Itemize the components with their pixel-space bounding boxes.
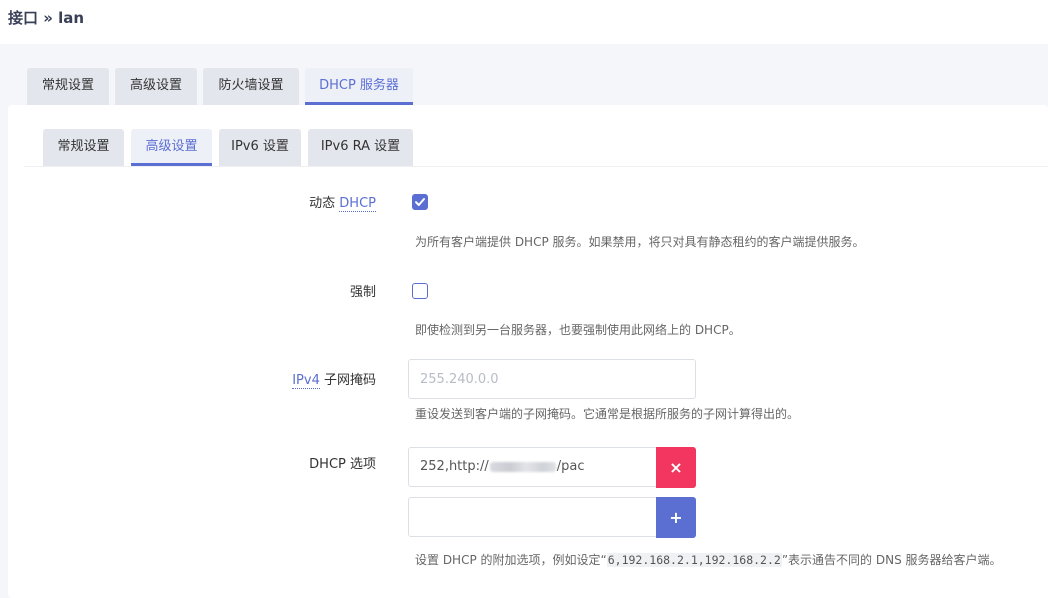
dhcp-options-label: DHCP 选项 — [309, 457, 376, 472]
page-header: 接口 » lan — [0, 0, 1048, 44]
dynamic-dhcp-label-text: 动态 — [309, 196, 340, 211]
tab-firewall[interactable]: 防火墙设置 — [203, 68, 299, 105]
new-dhcp-option-input[interactable] — [408, 497, 658, 537]
ipv4-abbr: IPv4 — [292, 373, 320, 389]
redacted-host — [489, 461, 556, 472]
subtab-ipv6-ra[interactable]: IPv6 RA 设置 — [308, 129, 413, 166]
dhcp-option-entry-prefix: 252,http:// — [420, 459, 489, 474]
dynamic-dhcp-checkbox[interactable] — [412, 194, 428, 210]
tab-dhcp-server[interactable]: DHCP 服务器 — [305, 68, 413, 105]
dhcp-option-entry-field[interactable]: 252,http:// /pac — [408, 447, 658, 487]
dhcp-options-description-prefix: 设置 DHCP 的附加选项，例如设定“ — [415, 553, 607, 567]
netmask-description: 重设发送到客户端的子网掩码。它通常是根据所服务的子网计算得出的。 — [415, 407, 800, 421]
netmask-label-text: 子网掩码 — [319, 373, 376, 388]
dynamic-dhcp-description: 为所有客户端提供 DHCP 服务。如果禁用，将只对具有静态租约的客户端提供服务。 — [415, 235, 865, 249]
tab-general[interactable]: 常规设置 — [27, 68, 109, 105]
tab-advanced[interactable]: 高级设置 — [115, 68, 197, 105]
netmask-input[interactable] — [408, 359, 696, 399]
remove-option-button[interactable]: × — [656, 447, 696, 488]
dhcp-options-description-suffix: ”表示通告不同的 DNS 服务器给客户端。 — [781, 553, 1002, 567]
subtab-ipv6[interactable]: IPv6 设置 — [219, 129, 301, 166]
force-description: 即使检测到另一台服务器，也要强制使用此网络上的 DHCP。 — [415, 323, 741, 337]
subtab-general[interactable]: 常规设置 — [43, 129, 124, 166]
force-label: 强制 — [349, 285, 376, 300]
checkmark-icon — [415, 198, 425, 206]
force-checkbox[interactable] — [412, 283, 428, 299]
breadcrumb: 接口 » lan — [8, 9, 85, 27]
dhcp-options-example-code: 6,192.168.2.1,192.168.2.2 — [606, 553, 782, 567]
dhcp-options-description: 设置 DHCP 的附加选项，例如设定“6,192.168.2.1,192.168… — [415, 551, 1002, 568]
dynamic-dhcp-label: 动态 DHCP — [309, 192, 376, 212]
netmask-label: IPv4 子网掩码 — [292, 369, 376, 389]
add-option-button[interactable]: + — [656, 497, 696, 538]
subtab-advanced[interactable]: 高级设置 — [131, 129, 212, 166]
dhcp-abbr: DHCP — [339, 196, 376, 212]
dhcp-option-entry-suffix: /pac — [556, 459, 585, 474]
